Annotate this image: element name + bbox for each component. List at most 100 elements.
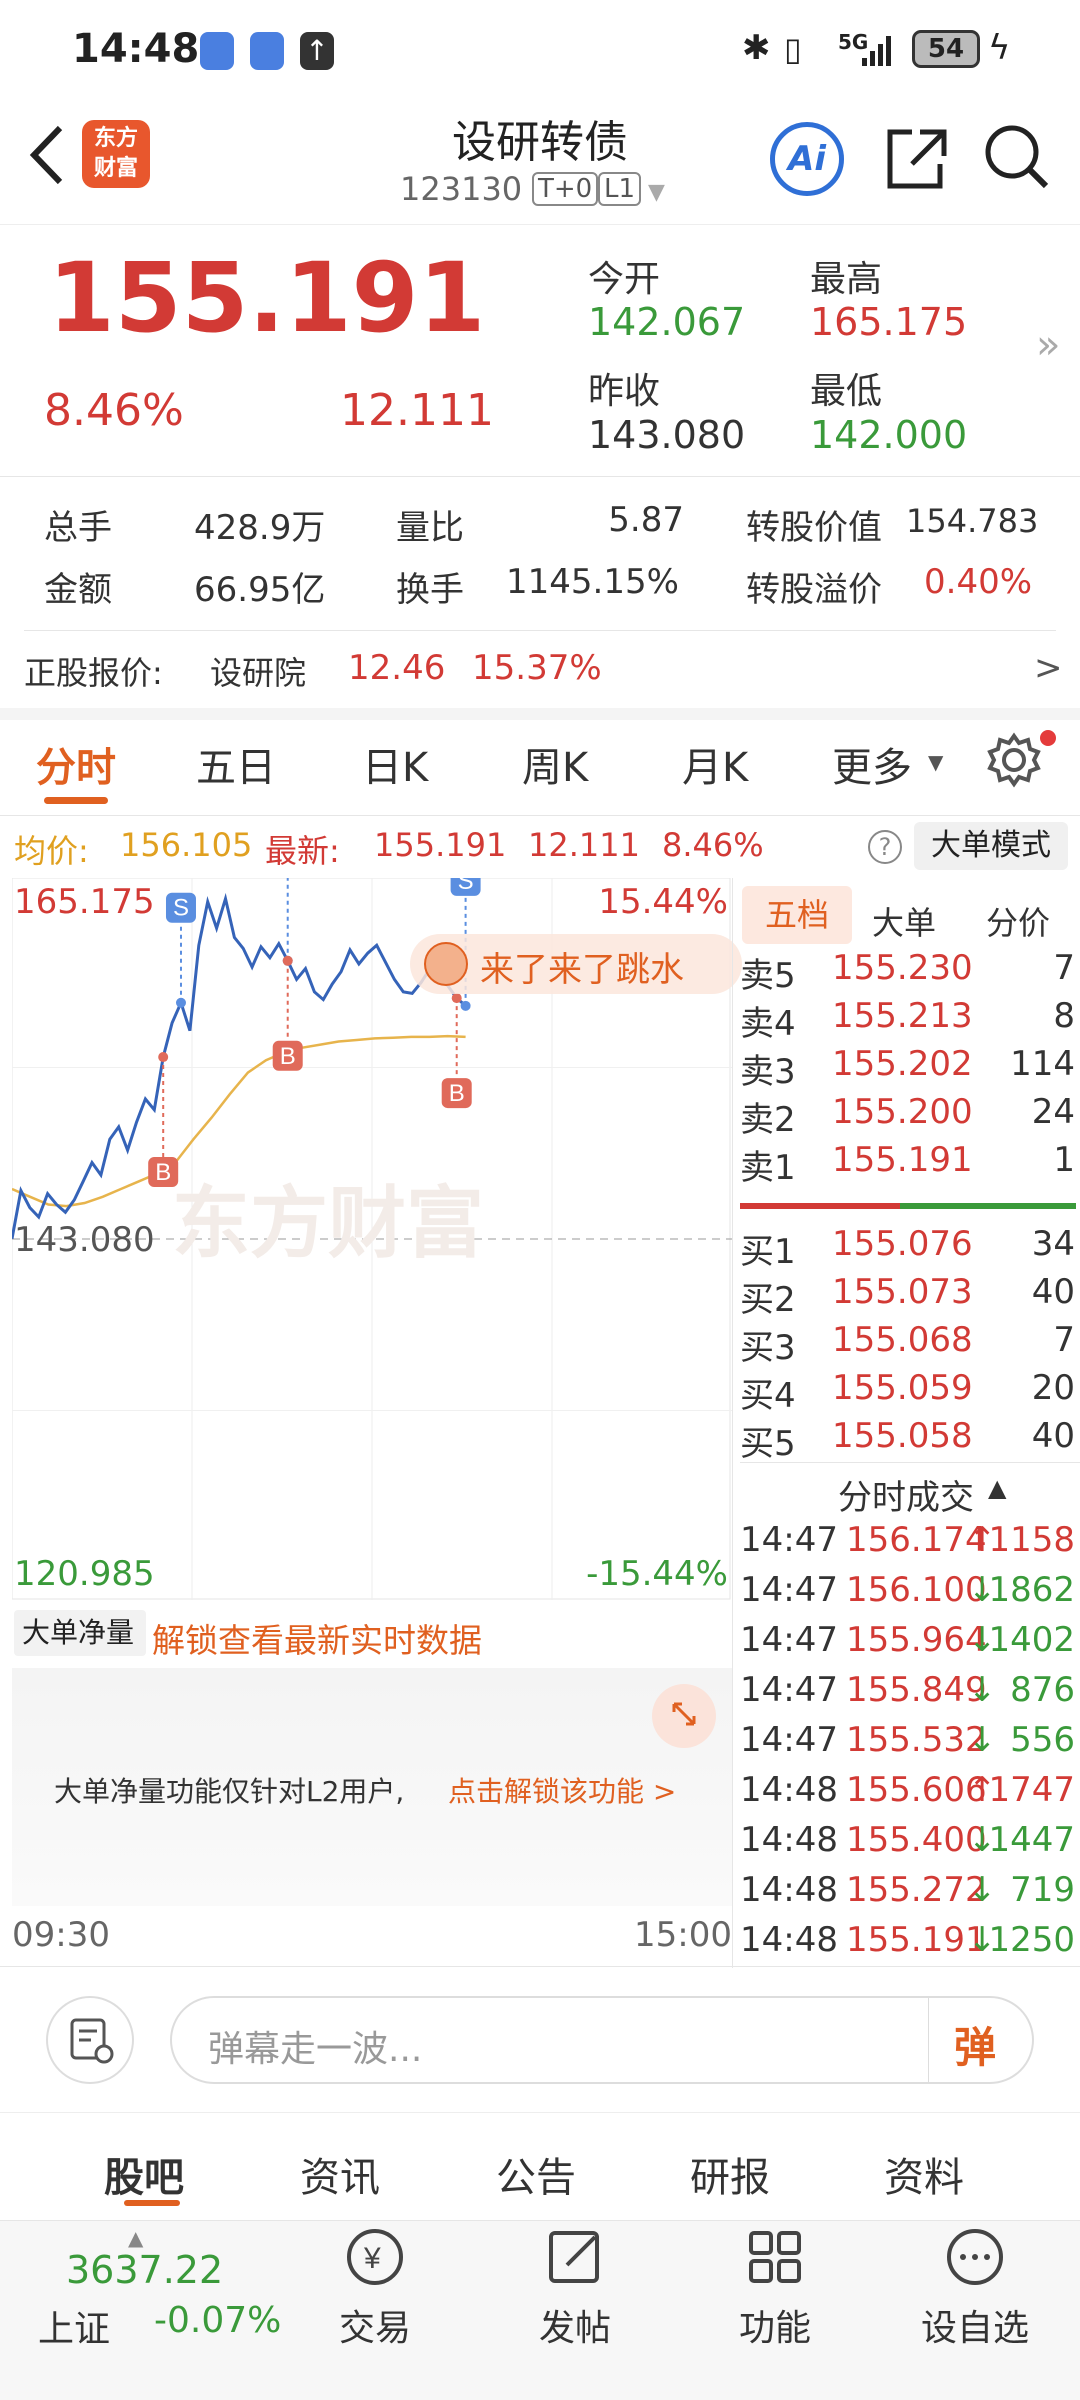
- unlock-hint-link[interactable]: 解锁查看最新实时数据: [152, 1614, 482, 1662]
- notification-icon: [250, 32, 284, 70]
- orderbook-tab-level5[interactable]: 五档: [742, 886, 852, 944]
- battery-indicator: 54: [912, 30, 980, 68]
- notification-icon: [200, 32, 234, 70]
- volume-value: 428.9万: [194, 508, 326, 548]
- trade-time: 14:47: [740, 1620, 838, 1660]
- dock-trade[interactable]: ¥ 交易: [300, 2225, 450, 2351]
- unlock-feature-link[interactable]: 点击解锁该功能 >: [448, 1770, 676, 1810]
- tab-intraday[interactable]: 分时: [36, 735, 116, 793]
- tab-weekly-k[interactable]: 周K: [522, 735, 588, 793]
- comment-bubble[interactable]: 来了来了跳水: [410, 934, 742, 994]
- marker-dot: [158, 1052, 169, 1063]
- upload-icon: ↑: [300, 32, 334, 70]
- search-icon[interactable]: [982, 122, 1052, 192]
- trade-volume: 1250: [988, 1920, 1075, 1960]
- orderbook-tab-price[interactable]: 分价: [986, 898, 1050, 944]
- ask-price: 155.200: [832, 1092, 973, 1132]
- danmaku-input[interactable]: 弹幕走一波... 弹: [170, 1996, 1034, 2084]
- index-name[interactable]: 上证: [38, 2300, 110, 2352]
- tab-news[interactable]: 资讯: [300, 2145, 380, 2203]
- low-value: 142.000: [810, 413, 968, 457]
- ask-level-label: 卖4: [740, 1004, 796, 1044]
- tab-five-day[interactable]: 五日: [196, 735, 276, 793]
- marker-dot: [175, 997, 186, 1008]
- share-icon[interactable]: [882, 124, 952, 194]
- ai-button[interactable]: Ai: [770, 122, 844, 196]
- tab-research[interactable]: 研报: [690, 2145, 770, 2203]
- tab-more[interactable]: 更多: [832, 735, 912, 793]
- chart-prev-close: 143.080: [14, 1220, 155, 1260]
- marker-dot: [460, 1000, 471, 1011]
- trade-time: 14:47: [740, 1570, 838, 1610]
- underlying-price: 12.46: [348, 648, 446, 688]
- expand-chevron-icon[interactable]: »: [1036, 322, 1060, 368]
- bid-volume: 20: [1031, 1368, 1075, 1408]
- tab-monthly-k[interactable]: 月K: [682, 735, 748, 793]
- trade-price: 155.532: [846, 1720, 987, 1760]
- ask-row: 卖1 155.191 1: [740, 1140, 1075, 1188]
- volume-label: 总手: [44, 508, 112, 548]
- chart-top-price: 165.175: [14, 882, 155, 922]
- net-volume-dropdown[interactable]: 大单净量 ▼: [14, 1610, 146, 1693]
- time-end: 15:00: [634, 1915, 732, 1955]
- tab-profile[interactable]: 资料: [884, 2145, 964, 2203]
- trade-price: 155.191: [846, 1920, 987, 1960]
- ask-price: 155.191: [832, 1140, 973, 1180]
- ask-volume: 1: [1053, 1140, 1075, 1180]
- trade-time: 14:47: [740, 1720, 838, 1760]
- trade-row: 14:47 156.100 ↓ 1862: [740, 1570, 1075, 1620]
- bubble-text: 来了来了跳水: [480, 950, 684, 990]
- trade-price: 156.174: [846, 1520, 987, 1560]
- tab-daily-k[interactable]: 日K: [362, 735, 428, 793]
- trade-row: 14:48 155.272 ↓ 719: [740, 1870, 1075, 1920]
- chart-bottom-price: 120.985: [14, 1554, 155, 1594]
- net-volume-locked-panel: 大单净量功能仅针对L2用户, 点击解锁该功能 >: [12, 1668, 732, 1906]
- change-percent: 8.46%: [44, 385, 184, 436]
- dock-add-watchlist[interactable]: 设自选: [900, 2225, 1050, 2351]
- buy-marker-label: B: [449, 1080, 465, 1107]
- arrow-down-icon: ↓: [968, 1620, 997, 1660]
- ask-volume: 24: [1031, 1092, 1075, 1132]
- trade-markers: BSSBSB: [148, 830, 481, 1188]
- underlying-stock-row[interactable]: 正股报价: 设研院 12.46 15.37% >: [24, 648, 1080, 692]
- help-icon[interactable]: ?: [868, 830, 902, 864]
- gear-icon[interactable]: [986, 732, 1042, 788]
- tab-indicator: [44, 797, 108, 804]
- index-change[interactable]: -0.07%: [154, 2300, 281, 2341]
- tab-stock-forum[interactable]: 股吧: [104, 2145, 184, 2203]
- bid-volume: 40: [1031, 1416, 1075, 1456]
- conversion-premium-label: 转股溢价: [746, 570, 882, 610]
- trade-row: 14:48 155.606 ↑ 1747: [740, 1770, 1075, 1820]
- ask-row: 卖5 155.230 7: [740, 948, 1075, 996]
- danmaku-send-button[interactable]: 弹: [954, 2014, 996, 2075]
- trade-price: 155.964: [846, 1620, 987, 1660]
- large-order-mode-button[interactable]: 大单模式: [914, 822, 1068, 870]
- ask-price: 155.230: [832, 948, 973, 988]
- change-amount: 12.111: [340, 385, 494, 436]
- danmaku-placeholder: 弹幕走一波...: [208, 2029, 423, 2070]
- expand-icon[interactable]: [652, 1684, 716, 1748]
- conversion-value-label: 转股价值: [746, 508, 882, 548]
- volume-ratio-label: 量比: [396, 508, 464, 548]
- dock-functions[interactable]: 功能: [700, 2225, 850, 2351]
- ask-level-label: 卖3: [740, 1052, 796, 1092]
- last-price: 155.191: [48, 242, 486, 354]
- dock-post[interactable]: 发帖: [500, 2225, 650, 2351]
- arrow-down-icon: ↓: [968, 1920, 997, 1960]
- underlying-name: 设研院: [210, 654, 307, 692]
- orderbook-tab-large[interactable]: 大单: [872, 898, 936, 944]
- bid-price: 155.076: [832, 1224, 973, 1264]
- trade-icon: ¥: [347, 2229, 403, 2285]
- index-value[interactable]: 3637.22: [66, 2248, 223, 2292]
- tab-announcements[interactable]: 公告: [496, 2145, 576, 2203]
- trade-time: 14:47: [740, 1670, 838, 1710]
- danmaku-settings-icon[interactable]: [46, 1996, 134, 2084]
- intraday-chart[interactable]: 东方财富 BSSBSB 165.175 15.44% 143.080 120.9…: [10, 830, 742, 1600]
- latest-change: 12.111: [528, 826, 640, 864]
- high-value: 165.175: [810, 300, 968, 344]
- underlying-change: 15.37%: [472, 648, 602, 688]
- turnover-label: 换手: [396, 570, 464, 610]
- trades-title[interactable]: 分时成交: [838, 1470, 974, 1519]
- chevron-down-icon[interactable]: ▼: [648, 180, 665, 205]
- trade-time: 14:48: [740, 1870, 838, 1910]
